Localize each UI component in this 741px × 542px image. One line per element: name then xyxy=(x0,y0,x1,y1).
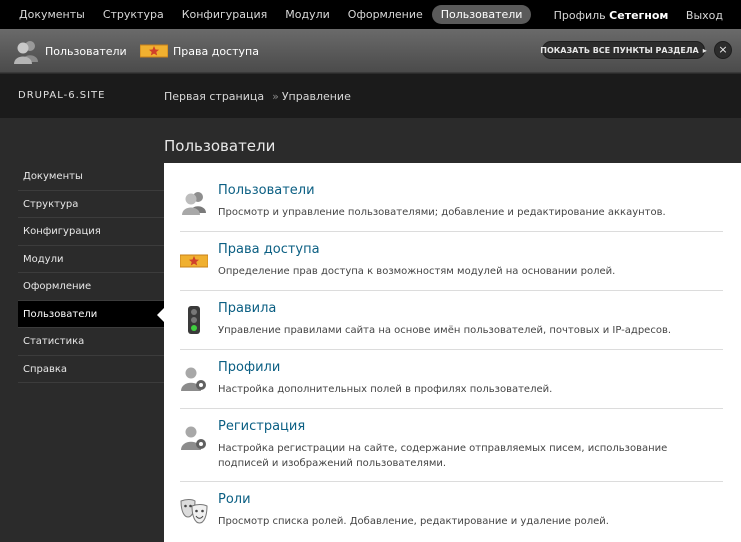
users-icon xyxy=(182,192,206,215)
sidebar-item-users[interactable]: Пользователи xyxy=(18,300,164,328)
close-icon: × xyxy=(718,43,728,56)
entry-rules-link[interactable]: Правила xyxy=(218,301,276,316)
breadcrumb: Первая страница » Управление xyxy=(164,90,351,103)
site-name[interactable]: DRUPAL-6.SITE xyxy=(18,90,105,101)
user-settings-icon xyxy=(181,367,206,391)
entry-registration-description: Настройка регистрации на сайте, содержан… xyxy=(218,443,668,469)
users-icon xyxy=(14,41,38,64)
entry-users-link[interactable]: Пользователи xyxy=(218,183,315,198)
shortcut-bar: Пользователи Права доступа ПОКАЗАТЬ ВСЕ … xyxy=(0,29,741,73)
list-item: Правила Управление правилами сайта на ос… xyxy=(180,301,723,350)
user-menu: Профиль Сетегном Выход xyxy=(554,9,723,22)
shortcut-users-label: Пользователи xyxy=(45,44,127,58)
entry-profiles-description: Настройка дополнительных полей в профиля… xyxy=(218,384,553,395)
breadcrumb-home[interactable]: Первая страница xyxy=(164,90,264,103)
toolbar-item-appearance[interactable]: Оформление xyxy=(339,5,432,24)
sidebar-item-help[interactable]: Справка xyxy=(18,356,164,383)
sidebar-item-modules[interactable]: Модули xyxy=(18,246,164,273)
logout-link[interactable]: Выход xyxy=(686,9,723,22)
entry-permissions-description: Определение прав доступа к возможностям … xyxy=(218,266,616,277)
breadcrumb-separator-icon: » xyxy=(272,90,279,103)
breadcrumb-admin[interactable]: Управление xyxy=(282,90,351,103)
toolbar-item-structure[interactable]: Структура xyxy=(94,5,173,24)
list-item: Права доступа Определение прав доступа к… xyxy=(180,242,723,291)
username-link[interactable]: Сетегном xyxy=(609,9,668,22)
toolbar-item-modules[interactable]: Модули xyxy=(276,5,339,24)
list-item: Профили Настройка дополнительных полей в… xyxy=(180,360,723,409)
sidebar-menu: Документы Структура Конфигурация Модули … xyxy=(18,163,164,383)
page-title: Пользователи xyxy=(164,137,276,155)
sidebar-item-documents[interactable]: Документы xyxy=(18,163,164,191)
entry-users-description: Просмотр и управление пользователями; до… xyxy=(218,207,666,218)
toolbar-item-documents[interactable]: Документы xyxy=(10,5,94,24)
entry-roles-link[interactable]: Роли xyxy=(218,492,251,507)
shortcut-permissions[interactable]: Права доступа xyxy=(140,29,259,73)
toolbar-item-users[interactable]: Пользователи xyxy=(431,5,532,24)
entry-rules-description: Управление правилами сайта на основе имё… xyxy=(218,325,672,336)
entry-permissions-link[interactable]: Права доступа xyxy=(218,242,320,257)
admin-toolbar: Документы Структура Конфигурация Модули … xyxy=(0,0,741,29)
sidebar-item-statistics[interactable]: Статистика xyxy=(18,328,164,356)
entry-profiles-link[interactable]: Профили xyxy=(218,360,280,375)
list-item: Пользователи Просмотр и управление польз… xyxy=(180,183,723,232)
toolbar-item-configuration[interactable]: Конфигурация xyxy=(173,5,277,24)
show-all-label: ПОКАЗАТЬ ВСЕ ПУНКТЫ РАЗДЕЛА xyxy=(540,45,699,55)
user-settings-icon xyxy=(181,426,206,450)
sidebar-item-structure[interactable]: Структура xyxy=(18,191,164,218)
admin-panel: Пользователи Просмотр и управление польз… xyxy=(164,163,741,542)
chevron-right-icon: ▸ xyxy=(702,45,707,55)
entry-registration-link[interactable]: Регистрация xyxy=(218,419,305,434)
theater-masks-icon xyxy=(180,499,208,524)
show-all-button[interactable]: ПОКАЗАТЬ ВСЕ ПУНКТЫ РАЗДЕЛА ▸ xyxy=(540,41,707,59)
traffic-light-icon xyxy=(188,306,200,334)
site-header: DRUPAL-6.SITE Первая страница » Управление xyxy=(0,74,741,118)
sidebar-item-configuration[interactable]: Конфигурация xyxy=(18,218,164,246)
key-card-icon xyxy=(140,44,168,58)
shortcut-permissions-label: Права доступа xyxy=(173,44,259,58)
list-item: Регистрация Настройка регистрации на сай… xyxy=(180,419,723,482)
entry-roles-description: Просмотр списка ролей. Добавление, редак… xyxy=(218,516,609,527)
profile-link[interactable]: Профиль xyxy=(554,9,606,22)
key-card-icon xyxy=(180,254,208,268)
shortcut-users[interactable]: Пользователи xyxy=(12,29,127,73)
toolbar-nav: Документы Структура Конфигурация Модули … xyxy=(10,5,532,24)
list-item: Роли Просмотр списка ролей. Добавление, … xyxy=(180,492,723,541)
close-button[interactable]: × xyxy=(714,41,732,59)
sidebar-item-appearance[interactable]: Оформление xyxy=(18,273,164,301)
